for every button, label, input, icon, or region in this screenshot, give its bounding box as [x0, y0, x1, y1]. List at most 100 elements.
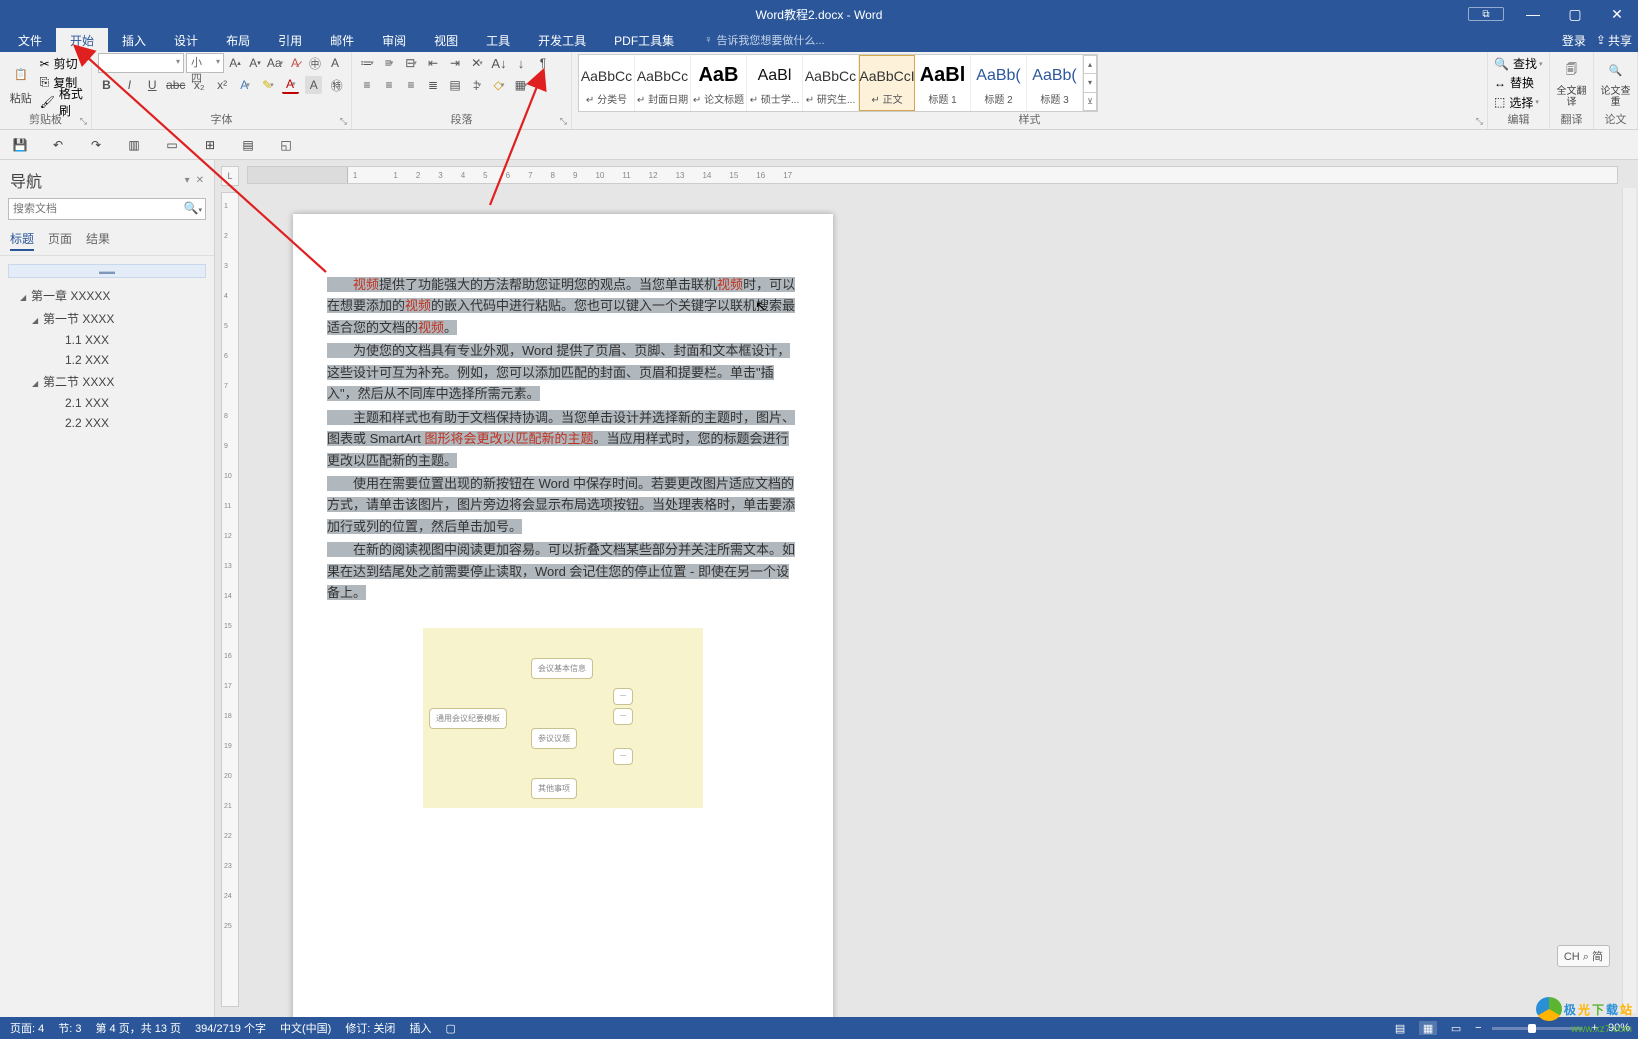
undo-icon[interactable]: ↶ — [48, 135, 68, 155]
nav-tab-results[interactable]: 结果 — [86, 230, 110, 251]
tell-me-search[interactable]: ♀ 告诉我您想要做什么... — [704, 28, 824, 52]
style-scroll-down[interactable]: ▾ — [1083, 74, 1097, 92]
tab-pdf[interactable]: PDF工具集 — [600, 28, 688, 52]
check-button[interactable]: 🔍 论文查重 — [1600, 54, 1631, 112]
highlight-icon[interactable]: ✎▾ — [259, 76, 276, 94]
bold-button[interactable]: B — [98, 76, 115, 94]
font-name-combo[interactable] — [98, 53, 184, 73]
tab-view[interactable]: 视图 — [420, 28, 472, 52]
format-painter-button[interactable]: 🖌格式刷 — [40, 93, 85, 111]
align-center-icon[interactable]: ≡ — [380, 76, 398, 94]
select-button[interactable]: ⬚选择▾ — [1494, 93, 1542, 111]
ime-indicator[interactable]: CH ⌕ 简 — [1557, 945, 1610, 967]
status-page[interactable]: 页面: 4 — [10, 1020, 44, 1036]
asian-layout-icon[interactable]: ✕▾ — [468, 54, 486, 72]
qat-icon-1[interactable]: ▥ — [124, 135, 144, 155]
decrease-font-icon[interactable]: A▾ — [246, 54, 264, 72]
style-item[interactable]: AaBb(标题 2 — [971, 55, 1027, 111]
paragraph-4[interactable]: 使用在需要位置出现的新按钮在 Word 中保存时间。若要更改图片适应文档的方式，… — [327, 473, 799, 537]
redo-icon[interactable]: ↷ — [86, 135, 106, 155]
tree-item[interactable]: ◢第一章 XXXXX — [4, 284, 210, 307]
multilevel-icon[interactable]: ⊟▾ — [402, 54, 420, 72]
cascade-icon[interactable]: ⧉ — [1468, 7, 1504, 21]
style-item[interactable]: AaBl标题 1 — [915, 55, 971, 111]
tab-references[interactable]: 引用 — [264, 28, 316, 52]
align-left-icon[interactable]: ≡ — [358, 76, 376, 94]
line-spacing-icon[interactable]: ‡▾ — [468, 76, 486, 94]
share-button[interactable]: ⇪ 共享 — [1596, 32, 1632, 49]
login-link[interactable]: 登录 — [1562, 32, 1586, 49]
horizontal-ruler[interactable]: 3211234567891011121314151617 — [247, 166, 1618, 184]
minimize-button[interactable]: — — [1512, 0, 1554, 28]
font-size-combo[interactable]: 小四 — [186, 53, 224, 73]
nav-search-input[interactable] — [8, 198, 206, 220]
nav-dropdown-icon[interactable]: ▾ — [185, 175, 190, 186]
tab-mailings[interactable]: 邮件 — [316, 28, 368, 52]
status-track[interactable]: 修订: 关闭 — [345, 1020, 395, 1036]
view-web-icon[interactable]: ▭ — [1447, 1021, 1465, 1035]
numbering-icon[interactable]: ≡▾ — [380, 54, 398, 72]
clear-format-icon[interactable]: A̷ — [286, 54, 304, 72]
tab-developer[interactable]: 开发工具 — [524, 28, 600, 52]
cut-button[interactable]: ✂剪切 — [40, 55, 85, 73]
tab-insert[interactable]: 插入 — [108, 28, 160, 52]
qat-icon-4[interactable]: ▤ — [238, 135, 258, 155]
zoom-slider[interactable] — [1492, 1027, 1582, 1030]
tab-review[interactable]: 审阅 — [368, 28, 420, 52]
styles-dialog-launcher[interactable]: ⤡ — [1476, 116, 1483, 127]
clipboard-dialog-launcher[interactable]: ⤡ — [80, 116, 87, 127]
style-item[interactable]: AaBb(标题 3 — [1027, 55, 1083, 111]
replace-button[interactable]: ↔替换 — [1494, 74, 1542, 92]
shading-icon[interactable]: ◇▾ — [490, 76, 508, 94]
distribute-icon[interactable]: ▤ — [446, 76, 464, 94]
char-shading-icon[interactable]: A — [305, 76, 322, 94]
tab-layout[interactable]: 布局 — [212, 28, 264, 52]
change-case-icon[interactable]: Aa▾ — [266, 54, 284, 72]
status-insert[interactable]: 插入 — [409, 1020, 431, 1036]
tree-item[interactable]: 1.2 XXX — [4, 350, 210, 370]
nav-collapse-bar[interactable]: ▬▬ — [8, 264, 206, 278]
style-item[interactable]: AaBbCc↵ 封面日期 — [635, 55, 691, 111]
maximize-button[interactable]: ▢ — [1554, 0, 1596, 28]
align-right-icon[interactable]: ≡ — [402, 76, 420, 94]
style-item[interactable]: AaBbCc↵ 研究生... — [803, 55, 859, 111]
paragraph-5[interactable]: 在新的阅读视图中阅读更加容易。可以折叠文档某些部分并关注所需文本。如果在达到结尾… — [327, 539, 799, 603]
qat-icon-3[interactable]: ⊞ — [200, 135, 220, 155]
status-page-of[interactable]: 第 4 页，共 13 页 — [95, 1020, 181, 1036]
tree-item[interactable]: ◢第一节 XXXX — [4, 307, 210, 330]
strike-button[interactable]: abc — [167, 76, 185, 94]
justify-icon[interactable]: ≣ — [424, 76, 442, 94]
borders-icon[interactable]: ▦▾ — [512, 76, 530, 94]
indent-dec-icon[interactable]: ⇤ — [424, 54, 442, 72]
status-section[interactable]: 节: 3 — [58, 1020, 81, 1036]
superscript-button[interactable]: x² — [214, 76, 231, 94]
nav-tab-headings[interactable]: 标题 — [10, 230, 34, 251]
tree-item[interactable]: 2.1 XXX — [4, 393, 210, 413]
font-color-icon[interactable]: A▾ — [282, 76, 299, 94]
close-button[interactable]: ✕ — [1596, 0, 1638, 28]
paragraph-1[interactable]: 视频提供了功能强大的方法帮助您证明您的观点。当您单击联机视频时，可以在想要添加的… — [327, 274, 799, 338]
bullets-icon[interactable]: ≔▾ — [358, 54, 376, 72]
zoom-out-icon[interactable]: − — [1475, 1022, 1481, 1034]
sort-asc-icon[interactable]: A↓ — [490, 54, 508, 72]
increase-font-icon[interactable]: A▴ — [226, 54, 244, 72]
embedded-diagram[interactable]: 通用会议纪要模板 会议基本信息 参议议题 其他事项 — — — — [423, 628, 703, 808]
status-lang[interactable]: 中文(中国) — [280, 1020, 331, 1036]
tab-home[interactable]: 开始 — [56, 28, 108, 52]
save-icon[interactable]: 💾 — [10, 135, 30, 155]
paste-button[interactable]: 📋 粘贴 — [6, 54, 36, 112]
status-extra-icon[interactable]: ▢ — [445, 1022, 455, 1035]
tab-tools[interactable]: 工具 — [472, 28, 524, 52]
nav-close-icon[interactable]: ✕ — [196, 175, 204, 186]
phonetic-icon[interactable]: ㊥ — [306, 54, 324, 72]
char-border-icon[interactable]: A — [326, 54, 344, 72]
text-effect-icon[interactable]: A▾ — [237, 76, 254, 94]
nav-tab-pages[interactable]: 页面 — [48, 230, 72, 251]
paragraph-2[interactable]: 为使您的文档具有专业外观，Word 提供了页眉、页脚、封面和文本框设计，这些设计… — [327, 340, 799, 404]
underline-button[interactable]: U — [144, 76, 161, 94]
tree-item[interactable]: ◢第二节 XXXX — [4, 370, 210, 393]
translate-button[interactable]: 🗐 全文翻译 — [1556, 54, 1587, 112]
qat-icon-5[interactable]: ◱ — [276, 135, 296, 155]
vertical-ruler[interactable]: 1234567891011121314151617181920212223242… — [221, 192, 239, 1007]
tab-file[interactable]: 文件 — [4, 28, 56, 52]
